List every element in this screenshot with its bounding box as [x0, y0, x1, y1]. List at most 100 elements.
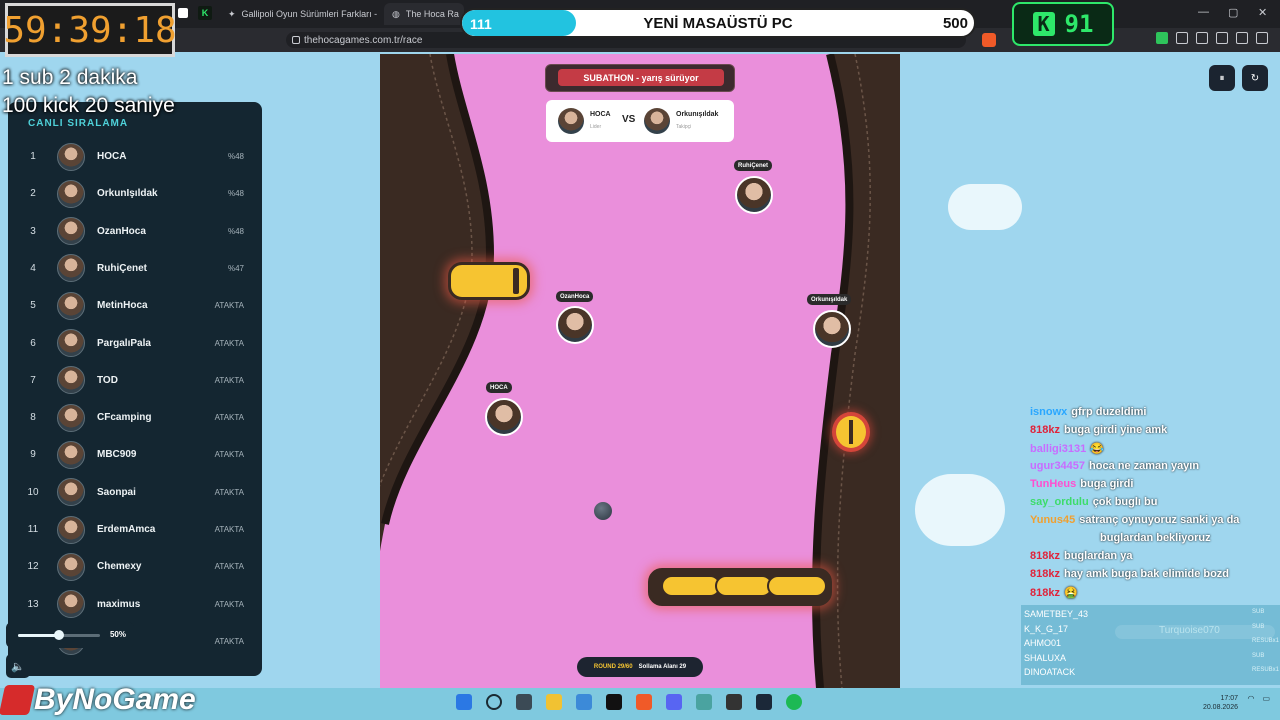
sub-name: SHALUXA: [1024, 652, 1067, 663]
spotify-icon[interactable]: [786, 694, 802, 710]
sub-name: SAMETBEY_43: [1024, 609, 1089, 619]
sub-entry: AHMO01 RESUBx1: [1024, 638, 1279, 648]
player-name: Saonpai: [97, 486, 136, 498]
extension-icon[interactable]: [1156, 32, 1168, 44]
tab-label: Gallipoli Oyun Sürümleri Farkları - G: [241, 9, 380, 19]
player-tag: HOCA: [486, 382, 512, 393]
avatar: [57, 291, 85, 320]
player-status: %48: [227, 189, 244, 199]
player-status: %48: [227, 226, 244, 236]
player-status: ATAKTA: [214, 562, 244, 572]
chat-message: 818kz 🤮: [1030, 586, 1280, 599]
folder-icon[interactable]: [546, 694, 562, 710]
subathon-timer: 59:39:18: [3, 3, 177, 57]
photos-icon[interactable]: [576, 694, 592, 710]
player-status: ATAKTA: [214, 338, 244, 348]
coin-bumper: [832, 412, 870, 452]
player-name: ErdemAmca: [97, 524, 156, 535]
player-token: [556, 306, 594, 344]
site-info-icon[interactable]: [292, 36, 300, 44]
chat-text: çok buglı bu: [1092, 496, 1158, 508]
sidebar-icon[interactable]: [1216, 32, 1228, 44]
player-tag: RuhiÇenet: [734, 160, 772, 171]
rank-number: 12: [27, 561, 39, 573]
avatar: [57, 366, 85, 395]
minimize-icon[interactable]: —: [1198, 6, 1209, 18]
widgets-icon[interactable]: [516, 694, 532, 710]
notion-icon[interactable]: [606, 694, 622, 710]
chat-text: buglardan ya: [1063, 550, 1133, 562]
menu-icon[interactable]: [1256, 32, 1268, 44]
chat-text: buga girdi: [1080, 478, 1134, 490]
logo-text: ByNoGame: [34, 683, 196, 716]
volume-track[interactable]: [18, 630, 100, 640]
pause-button[interactable]: ⏸: [1209, 65, 1235, 91]
volume-slider[interactable]: 50%: [6, 622, 134, 648]
volume-knob[interactable]: [54, 630, 64, 640]
avatar: [57, 590, 85, 619]
chat-text: 🤮: [1063, 587, 1078, 599]
chat-message: 818kz buglardan ya: [1030, 550, 1280, 562]
avatar: [57, 440, 85, 469]
kick-count: 91: [1064, 10, 1094, 38]
chat-username: 818kz: [1030, 587, 1060, 599]
restart-button[interactable]: ↻: [1242, 65, 1268, 91]
battery-icon[interactable]: ▭: [1262, 694, 1270, 703]
chat-message: 818kz hay amk buga bak elimide bozd: [1030, 568, 1280, 580]
volume-label: 50%: [109, 630, 126, 639]
rank-number: 5: [30, 300, 36, 312]
system-clock[interactable]: 17:07 20.08.2026: [1203, 694, 1238, 712]
player-name: maximus: [97, 598, 141, 610]
chat-message: say_ordulu çok buglı bu: [1030, 496, 1280, 508]
page-icon[interactable]: [178, 8, 188, 18]
chat-overlay: isnowx gfrp duzeldimi 818kz buga girdi yine…: [1030, 392, 1280, 602]
kick-counter: K 91: [1012, 2, 1114, 46]
wifi-icon[interactable]: ◠: [1247, 694, 1254, 703]
vs-card: HOCA Lider VS Orkunışıldak Takipçi: [546, 100, 734, 142]
shield-icon[interactable]: [1236, 32, 1248, 44]
brave-icon[interactable]: [636, 694, 652, 710]
chat-text: buga girdi yine amk: [1063, 424, 1168, 436]
goal-progress-bar: 111 YENİ MASAÜSTÜ PC 500: [460, 8, 976, 38]
app-icon[interactable]: [726, 694, 742, 710]
sub-name: AHMO01: [1024, 638, 1062, 648]
close-icon[interactable]: ✕: [1258, 6, 1267, 19]
url-text: thehocagames.com.tr/race: [304, 34, 423, 46]
player-name: MBC909: [97, 449, 137, 461]
leaderboard-title: CANLI SIRALAMA: [28, 118, 129, 129]
player-status: ATAKTA: [214, 301, 244, 311]
player-status: ATAKTA: [214, 450, 244, 460]
race-game-canvas[interactable]: SUBATHON - yarış sürüyor HOCA Lider VS O…: [380, 54, 900, 688]
tab-gallipoli[interactable]: ✦ Gallipoli Oyun Sürümleri Farkları - G: [220, 3, 380, 25]
vs-right-name: Orkunışıldak: [676, 111, 719, 118]
sub-entry: K_K_G_17 SUB: [1024, 624, 1264, 634]
avatar: [57, 179, 85, 208]
sub-tag: SUB: [1252, 623, 1265, 630]
leaderboard-row: 4 RuhiÇenet %47: [8, 250, 262, 287]
search-icon[interactable]: [486, 694, 502, 710]
leaderboard-row: 13 maximus ATAKTA: [8, 586, 262, 623]
puzzle-icon[interactable]: [1176, 32, 1188, 44]
brave-shield-icon[interactable]: [982, 33, 996, 47]
speaker-icon[interactable]: 🔈: [6, 654, 30, 678]
tab-hoca-race[interactable]: ◍ The Hoca Ra: [384, 3, 464, 25]
extension-icons: [1156, 32, 1268, 44]
music-icon[interactable]: [1196, 32, 1208, 44]
chat-message: 818kz buga girdi yine amk: [1030, 424, 1280, 436]
chat-text: hoca ne zaman yayın: [1089, 460, 1200, 472]
leaderboard-row: 11 ErdemAmca ATAKTA: [8, 511, 262, 548]
leaderboard-row: 3 OzanHoca %48: [8, 213, 262, 250]
discord-icon[interactable]: [666, 694, 682, 710]
player-name: CFcamping: [97, 412, 152, 424]
taskbar-icons: [456, 694, 802, 710]
chat-username: 818kz: [1030, 424, 1060, 436]
chat-text: 😂: [1090, 443, 1104, 455]
player-name: OzanHoca: [97, 225, 146, 237]
vs-label: VS: [622, 114, 636, 125]
sub-tag: SUB: [1252, 652, 1265, 659]
steam-icon[interactable]: [756, 694, 772, 710]
maximize-icon[interactable]: ▢: [1228, 6, 1238, 19]
kick-tab-icon[interactable]: K: [198, 6, 212, 20]
app-icon[interactable]: [696, 694, 712, 710]
windows-icon[interactable]: [456, 694, 472, 710]
